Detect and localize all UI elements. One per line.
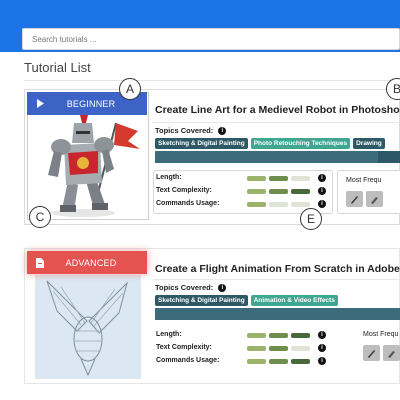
- topic-progress-fill: [155, 308, 400, 320]
- metric-segment: [269, 333, 288, 338]
- topics-covered-text: Topics Covered:: [155, 126, 214, 135]
- most-frequent-panel: Most Frequ: [337, 170, 400, 214]
- document-icon: [27, 257, 53, 268]
- metric-segment: [269, 346, 288, 351]
- info-icon[interactable]: i: [318, 187, 326, 195]
- metric-label: Text Complexity:: [156, 344, 212, 351]
- callout-c: C: [29, 206, 51, 228]
- topic-tags: Sketching & Digital Painting Animation &…: [155, 295, 338, 306]
- metric-label: Commands Usage:: [156, 357, 220, 364]
- topic-progress-bar: [155, 151, 400, 163]
- title-divider: [24, 80, 400, 81]
- level-label: ADVANCED: [65, 257, 117, 268]
- metric-label: Commands Usage:: [156, 200, 220, 207]
- info-icon[interactable]: i: [318, 174, 326, 182]
- pen-tool-icon[interactable]: [363, 345, 380, 361]
- level-badge-advanced: ADVANCED: [27, 251, 147, 274]
- brush-tool-icon[interactable]: [383, 345, 400, 361]
- topic-tag[interactable]: Sketching & Digital Painting: [155, 138, 248, 149]
- metric-segment: [247, 176, 266, 181]
- metric-segment: [247, 359, 266, 364]
- callout-e: E: [300, 208, 322, 230]
- topic-tag[interactable]: Sketching & Digital Painting: [155, 295, 248, 306]
- tutorial-title[interactable]: Create a Flight Animation From Scratch i…: [155, 263, 400, 275]
- metric-segment: [291, 346, 310, 351]
- metric-segment: [247, 333, 266, 338]
- metric-length: Length: i: [154, 173, 332, 185]
- metric-segment: [291, 359, 310, 364]
- metric-segment: [291, 333, 310, 338]
- metrics-panel: Length: i Text Complexity: i Commands Us…: [153, 327, 333, 371]
- metric-text-complexity: Text Complexity: i: [154, 343, 332, 355]
- topics-covered-label: Topics Covered: i: [155, 283, 227, 293]
- metric-segment: [247, 189, 266, 194]
- info-icon[interactable]: i: [218, 284, 227, 293]
- topic-progress-bar: [155, 308, 400, 320]
- metric-segment: [247, 346, 266, 351]
- topic-tags: Sketching & Digital Painting Photo Retou…: [155, 138, 385, 149]
- topics-covered-text: Topics Covered:: [155, 283, 214, 292]
- metric-segment: [269, 189, 288, 194]
- metric-label: Length:: [156, 331, 182, 338]
- topics-covered-label: Topics Covered: i: [155, 126, 227, 136]
- metric-segment: [291, 189, 310, 194]
- callout-a: A: [119, 78, 141, 100]
- topic-tag[interactable]: Drawing: [353, 138, 385, 149]
- metric-label: Length:: [156, 174, 182, 181]
- play-icon: [27, 99, 53, 108]
- search-input[interactable]: Search tutorials ...: [22, 28, 400, 50]
- info-icon[interactable]: i: [318, 200, 326, 208]
- pen-tool-icon[interactable]: [346, 191, 363, 207]
- metric-segment: [291, 176, 310, 181]
- topic-tag[interactable]: Photo Retouching Techniques: [250, 138, 351, 149]
- metric-segment: [269, 202, 288, 207]
- info-icon[interactable]: i: [318, 357, 326, 365]
- metric-segment: [247, 202, 266, 207]
- brush-tool-icon[interactable]: [366, 191, 383, 207]
- topic-tag[interactable]: Animation & Video Effects: [250, 295, 338, 306]
- page-title: Tutorial List: [24, 60, 91, 75]
- metric-segment: [291, 202, 310, 207]
- metric-commands-usage: Commands Usage: i: [154, 356, 332, 368]
- info-icon[interactable]: i: [218, 127, 227, 136]
- metric-length: Length: i: [154, 330, 332, 342]
- level-label: BEGINNER: [66, 98, 116, 109]
- card-divider: [153, 279, 400, 280]
- topic-progress-fill: [155, 151, 379, 163]
- most-frequent-label: Most Frequ: [363, 331, 399, 338]
- tutorial-card[interactable]: ADVANCED Create a Flight Animation From …: [24, 248, 400, 384]
- tutorial-card[interactable]: BEGINNER Create Line Art for a Medievel …: [24, 89, 400, 225]
- info-icon[interactable]: i: [318, 331, 326, 339]
- card-divider: [153, 122, 400, 123]
- metric-text-complexity: Text Complexity: i: [154, 186, 332, 198]
- metric-label: Text Complexity:: [156, 187, 212, 194]
- tutorial-title[interactable]: Create Line Art for a Medievel Robot in …: [155, 104, 400, 116]
- info-icon[interactable]: i: [318, 344, 326, 352]
- metrics-panel: Length: i Text Complexity: i Commands Us…: [153, 170, 333, 214]
- most-frequent-label: Most Frequ: [346, 177, 382, 184]
- metric-segment: [269, 359, 288, 364]
- metric-segment: [269, 176, 288, 181]
